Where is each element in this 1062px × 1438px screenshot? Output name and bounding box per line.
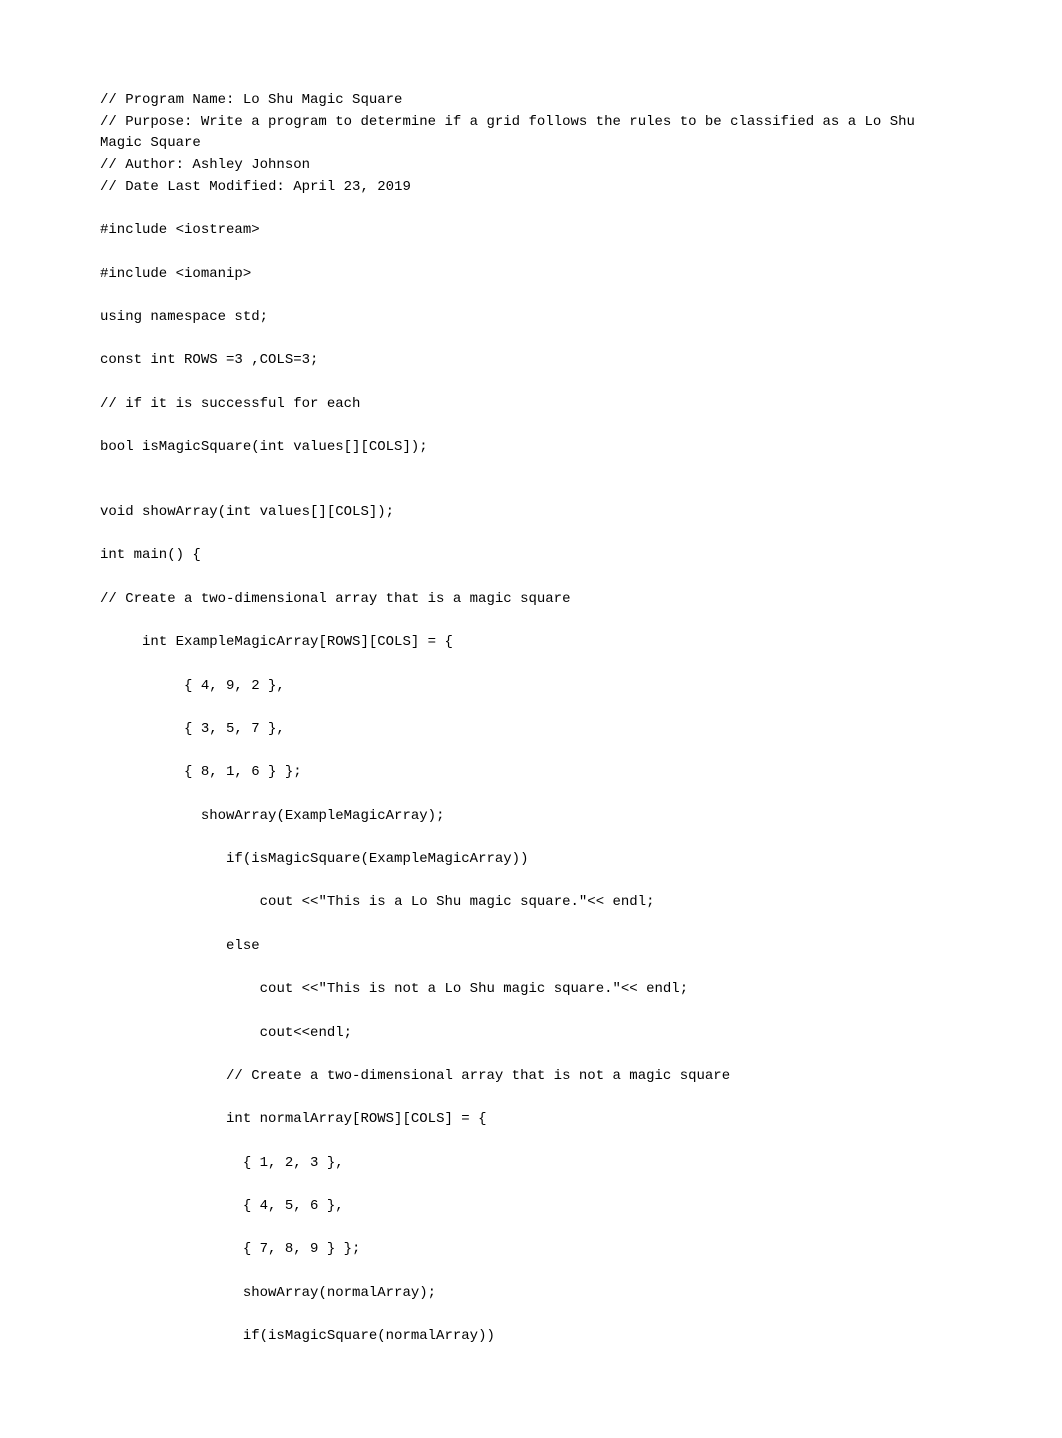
code-block: // Program Name: Lo Shu Magic Square // …	[100, 90, 962, 1348]
